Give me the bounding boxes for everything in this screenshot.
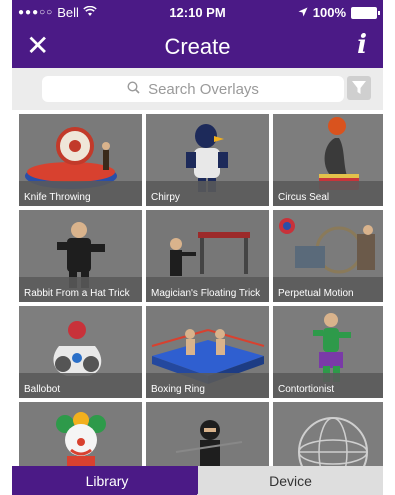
search-bar: Search Overlays bbox=[12, 68, 383, 110]
search-icon bbox=[127, 80, 140, 98]
overlay-tile-contortionist[interactable]: Contortionist bbox=[273, 306, 383, 398]
tile-label: Circus Seal bbox=[273, 181, 383, 206]
battery-area: 100% bbox=[298, 5, 380, 20]
overlay-tile-circus-seal[interactable]: Circus Seal bbox=[273, 114, 383, 206]
page-title: Create bbox=[164, 34, 231, 59]
tile-label: Rabbit From a Hat Trick bbox=[19, 277, 142, 302]
filter-icon bbox=[352, 81, 366, 94]
overlay-tile-magicians-floating-trick[interactable]: Magician's Floating Trick bbox=[146, 210, 269, 302]
status-bar: ●●●○○ Bell 12:10 PM 100% bbox=[12, 0, 383, 24]
overlay-tile-chirpy[interactable]: Chirpy bbox=[146, 114, 269, 206]
tile-label: Perpetual Motion bbox=[273, 277, 383, 302]
tile-label: Boxing Ring bbox=[146, 373, 269, 398]
tile-label: Magician's Floating Trick bbox=[146, 277, 269, 302]
tile-label: Ballobot bbox=[19, 373, 142, 398]
bottom-tab-bar: Library Device bbox=[12, 466, 383, 495]
search-input[interactable]: Search Overlays bbox=[42, 76, 344, 102]
overlay-tile-rabbit-from-a-hat-trick[interactable]: Rabbit From a Hat Trick bbox=[19, 210, 142, 302]
battery-percent: 100% bbox=[312, 5, 346, 20]
info-icon[interactable]: i bbox=[357, 30, 367, 60]
tab-device[interactable]: Device bbox=[198, 466, 383, 495]
overlay-tile-perpetual-motion[interactable]: Perpetual Motion bbox=[273, 210, 383, 302]
filter-button[interactable] bbox=[347, 76, 371, 100]
overlay-tile-ballobot[interactable]: Ballobot bbox=[19, 306, 142, 398]
app-screen: ●●●○○ Bell 12:10 PM 100% ✕ Create i Sear… bbox=[12, 0, 383, 495]
search-placeholder: Search Overlays bbox=[148, 80, 259, 98]
nav-bar: ✕ Create i bbox=[12, 24, 383, 68]
location-icon bbox=[298, 5, 308, 20]
tab-library[interactable]: Library bbox=[12, 466, 212, 495]
overlay-tile-knife-throwing[interactable]: Knife Throwing bbox=[19, 114, 142, 206]
tile-label: Knife Throwing bbox=[19, 181, 142, 206]
tile-label: Contortionist bbox=[273, 373, 383, 398]
overlay-tile-boxing-ring[interactable]: Boxing Ring bbox=[146, 306, 269, 398]
battery-icon bbox=[351, 6, 380, 19]
tile-label: Chirpy bbox=[146, 181, 269, 206]
